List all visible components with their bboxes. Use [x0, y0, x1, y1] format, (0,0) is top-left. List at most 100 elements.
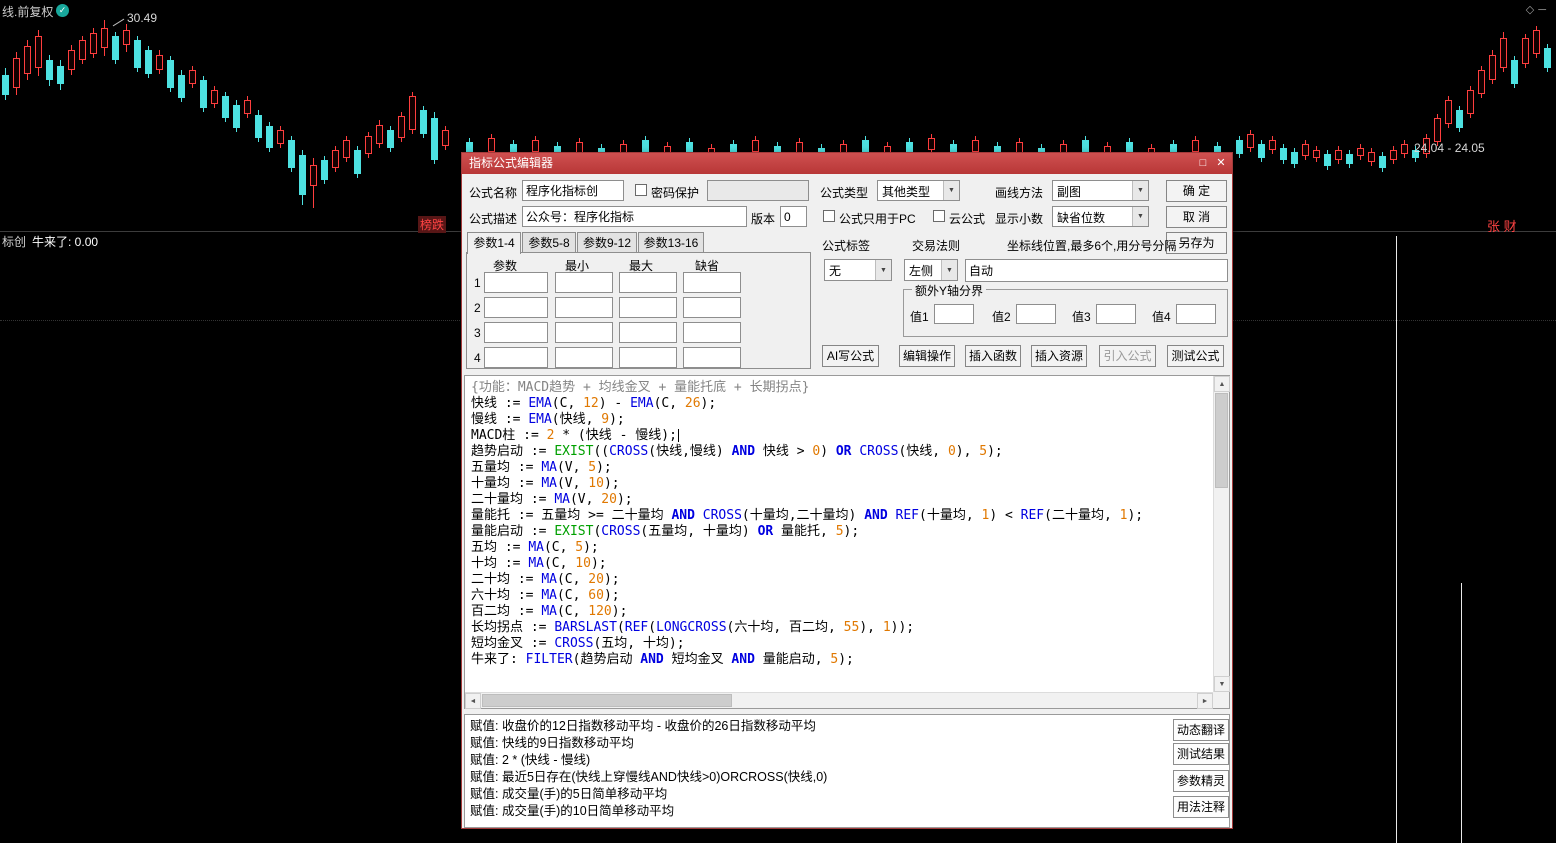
scroll-down-icon[interactable]: ▼ [1214, 676, 1230, 692]
candle-body [299, 155, 306, 195]
param-input-r2c3[interactable] [619, 297, 677, 318]
description-line: 赋值: 最近5日存在(快线上穿慢线AND快线>0)ORCROSS(快线,0) [465, 769, 1229, 786]
dialog-titlebar[interactable]: 指标公式编辑器 □ ✕ [462, 153, 1232, 174]
maximize-icon[interactable]: □ [1194, 153, 1212, 174]
price-range-label: 24.04 - 24.05 [1414, 141, 1485, 155]
signal-spike-line-2 [1461, 583, 1462, 843]
scroll-up-icon[interactable]: ▲ [1214, 376, 1230, 392]
shortcut-badge-right[interactable]: 张 财 [1487, 216, 1517, 235]
insert-function-button[interactable]: 插入函数 [965, 345, 1021, 367]
import-formula-button[interactable]: 引入公式 [1099, 345, 1156, 367]
chevron-down-icon[interactable]: ▼ [1132, 181, 1148, 200]
formula-tag-select[interactable]: 无 ▼ [824, 259, 892, 281]
param-wizard-button[interactable]: 参数精灵 [1173, 770, 1229, 792]
chevron-down-icon[interactable]: ▼ [943, 181, 959, 200]
y4-input[interactable] [1176, 304, 1216, 324]
param-input-r2c2[interactable] [555, 297, 613, 318]
candle-body [1489, 55, 1496, 80]
formula-type-select[interactable]: 其他类型 ▼ [877, 180, 960, 201]
sector-badge-left[interactable]: 榜跌 [418, 216, 446, 233]
draw-method-select[interactable]: 副图 ▼ [1052, 180, 1149, 201]
candle-body [1522, 38, 1529, 64]
code-line: 快线 := EMA(C, 12) - EMA(C, 26); [471, 396, 1211, 412]
param-input-r1c3[interactable] [619, 272, 677, 293]
chevron-down-icon[interactable]: ▼ [1132, 207, 1148, 226]
param-input-r4c3[interactable] [619, 347, 677, 368]
candle-body [409, 96, 416, 130]
candle-body [1456, 110, 1463, 128]
param-input-r1c2[interactable] [555, 272, 613, 293]
param-input-r3c1[interactable] [484, 322, 548, 343]
scroll-right-icon[interactable]: ► [1197, 693, 1213, 709]
version-input[interactable] [780, 206, 807, 227]
param-input-r4c1[interactable] [484, 347, 548, 368]
description-list: 赋值: 收盘价的12日指数移动平均 - 收盘价的26日指数移动平均赋值: 快线的… [465, 715, 1229, 820]
trade-rule-select[interactable]: 左侧 ▼ [904, 259, 958, 281]
param-input-r1c1[interactable] [484, 272, 548, 293]
candle-body [13, 58, 20, 88]
candle-body [35, 36, 42, 68]
param-input-r3c4[interactable] [683, 322, 741, 343]
param-input-r4c2[interactable] [555, 347, 613, 368]
edit-ops-button[interactable]: 编辑操作 [899, 345, 955, 367]
code-area[interactable]: {功能：MACD趋势 + 均线金叉 + 量能托底 + 长期拐点}快线 := EM… [465, 376, 1213, 692]
candle-body [1379, 156, 1386, 168]
param-input-r4c4[interactable] [683, 347, 741, 368]
test-formula-button[interactable]: 测试公式 [1167, 345, 1224, 367]
code-line: 二十均 := MA(C, 20); [471, 572, 1211, 588]
pc-only-checkbox[interactable] [823, 210, 835, 222]
ok-button[interactable]: 确 定 [1166, 180, 1227, 202]
cloud-checkbox[interactable] [933, 210, 945, 222]
minimize-icon[interactable]: ─ [1538, 4, 1550, 16]
candle-body [1467, 90, 1474, 114]
candle-body [1082, 140, 1089, 152]
chevron-down-icon[interactable]: ▼ [941, 260, 957, 280]
code-line: 六十均 := MA(C, 60); [471, 588, 1211, 604]
insert-resource-button[interactable]: 插入资源 [1031, 345, 1087, 367]
y2-input[interactable] [1016, 304, 1056, 324]
candle-body [134, 40, 141, 68]
password-checkbox[interactable] [635, 184, 647, 196]
formula-desc-input[interactable] [522, 206, 747, 227]
diamond-icon[interactable]: ◇ [1526, 4, 1538, 16]
candle-body [1511, 60, 1518, 84]
horizontal-scrollbar[interactable]: ◄ ► [465, 692, 1213, 708]
vertical-scroll-thumb[interactable] [1215, 393, 1228, 488]
close-icon[interactable]: ✕ [1212, 153, 1230, 174]
param-input-r3c2[interactable] [555, 322, 613, 343]
candle-body [145, 50, 152, 74]
param-input-r1c4[interactable] [683, 272, 741, 293]
usage-notes-button[interactable]: 用法注释 [1173, 796, 1229, 818]
candle-body [233, 105, 240, 128]
candle-body [1544, 48, 1551, 68]
param-input-r3c3[interactable] [619, 322, 677, 343]
y3-input[interactable] [1096, 304, 1136, 324]
password-label: 密码保护 [651, 184, 699, 201]
scroll-left-icon[interactable]: ◄ [465, 693, 481, 709]
coord-position-input[interactable] [965, 259, 1228, 282]
dynamic-translate-button[interactable]: 动态翻译 [1173, 719, 1229, 741]
param-row-number: 1 [474, 276, 481, 290]
formula-tag-label: 公式标签 [822, 237, 870, 254]
cancel-button[interactable]: 取 消 [1166, 206, 1227, 228]
ai-write-button[interactable]: AI写公式 [822, 345, 879, 367]
tab-params-9-12[interactable]: 参数9-12 [577, 232, 637, 253]
decimals-select[interactable]: 缺省位数 ▼ [1052, 206, 1149, 227]
tab-params-5-8[interactable]: 参数5-8 [522, 232, 576, 253]
formula-name-input[interactable] [522, 180, 624, 201]
candle-body [310, 165, 317, 186]
param-input-r2c4[interactable] [683, 297, 741, 318]
chevron-down-icon[interactable]: ▼ [875, 260, 891, 280]
decimals-value: 缺省位数 [1057, 211, 1105, 225]
param-input-r2c1[interactable] [484, 297, 548, 318]
test-result-button[interactable]: 测试结果 [1173, 743, 1229, 765]
password-input[interactable] [707, 180, 809, 201]
horizontal-scroll-thumb[interactable] [482, 694, 732, 707]
app-window: 线.前复权 ✓ 30.49 24.04 - 24.05 榜跌 张 财 标创牛来了… [0, 0, 1556, 843]
vertical-scrollbar[interactable]: ▲ ▼ [1213, 376, 1229, 692]
y1-input[interactable] [934, 304, 974, 324]
candle-body [1357, 148, 1364, 156]
tab-params-13-16[interactable]: 参数13-16 [638, 232, 704, 253]
candle-body [1500, 38, 1507, 68]
tab-params-1-4[interactable]: 参数1-4 [467, 232, 521, 254]
